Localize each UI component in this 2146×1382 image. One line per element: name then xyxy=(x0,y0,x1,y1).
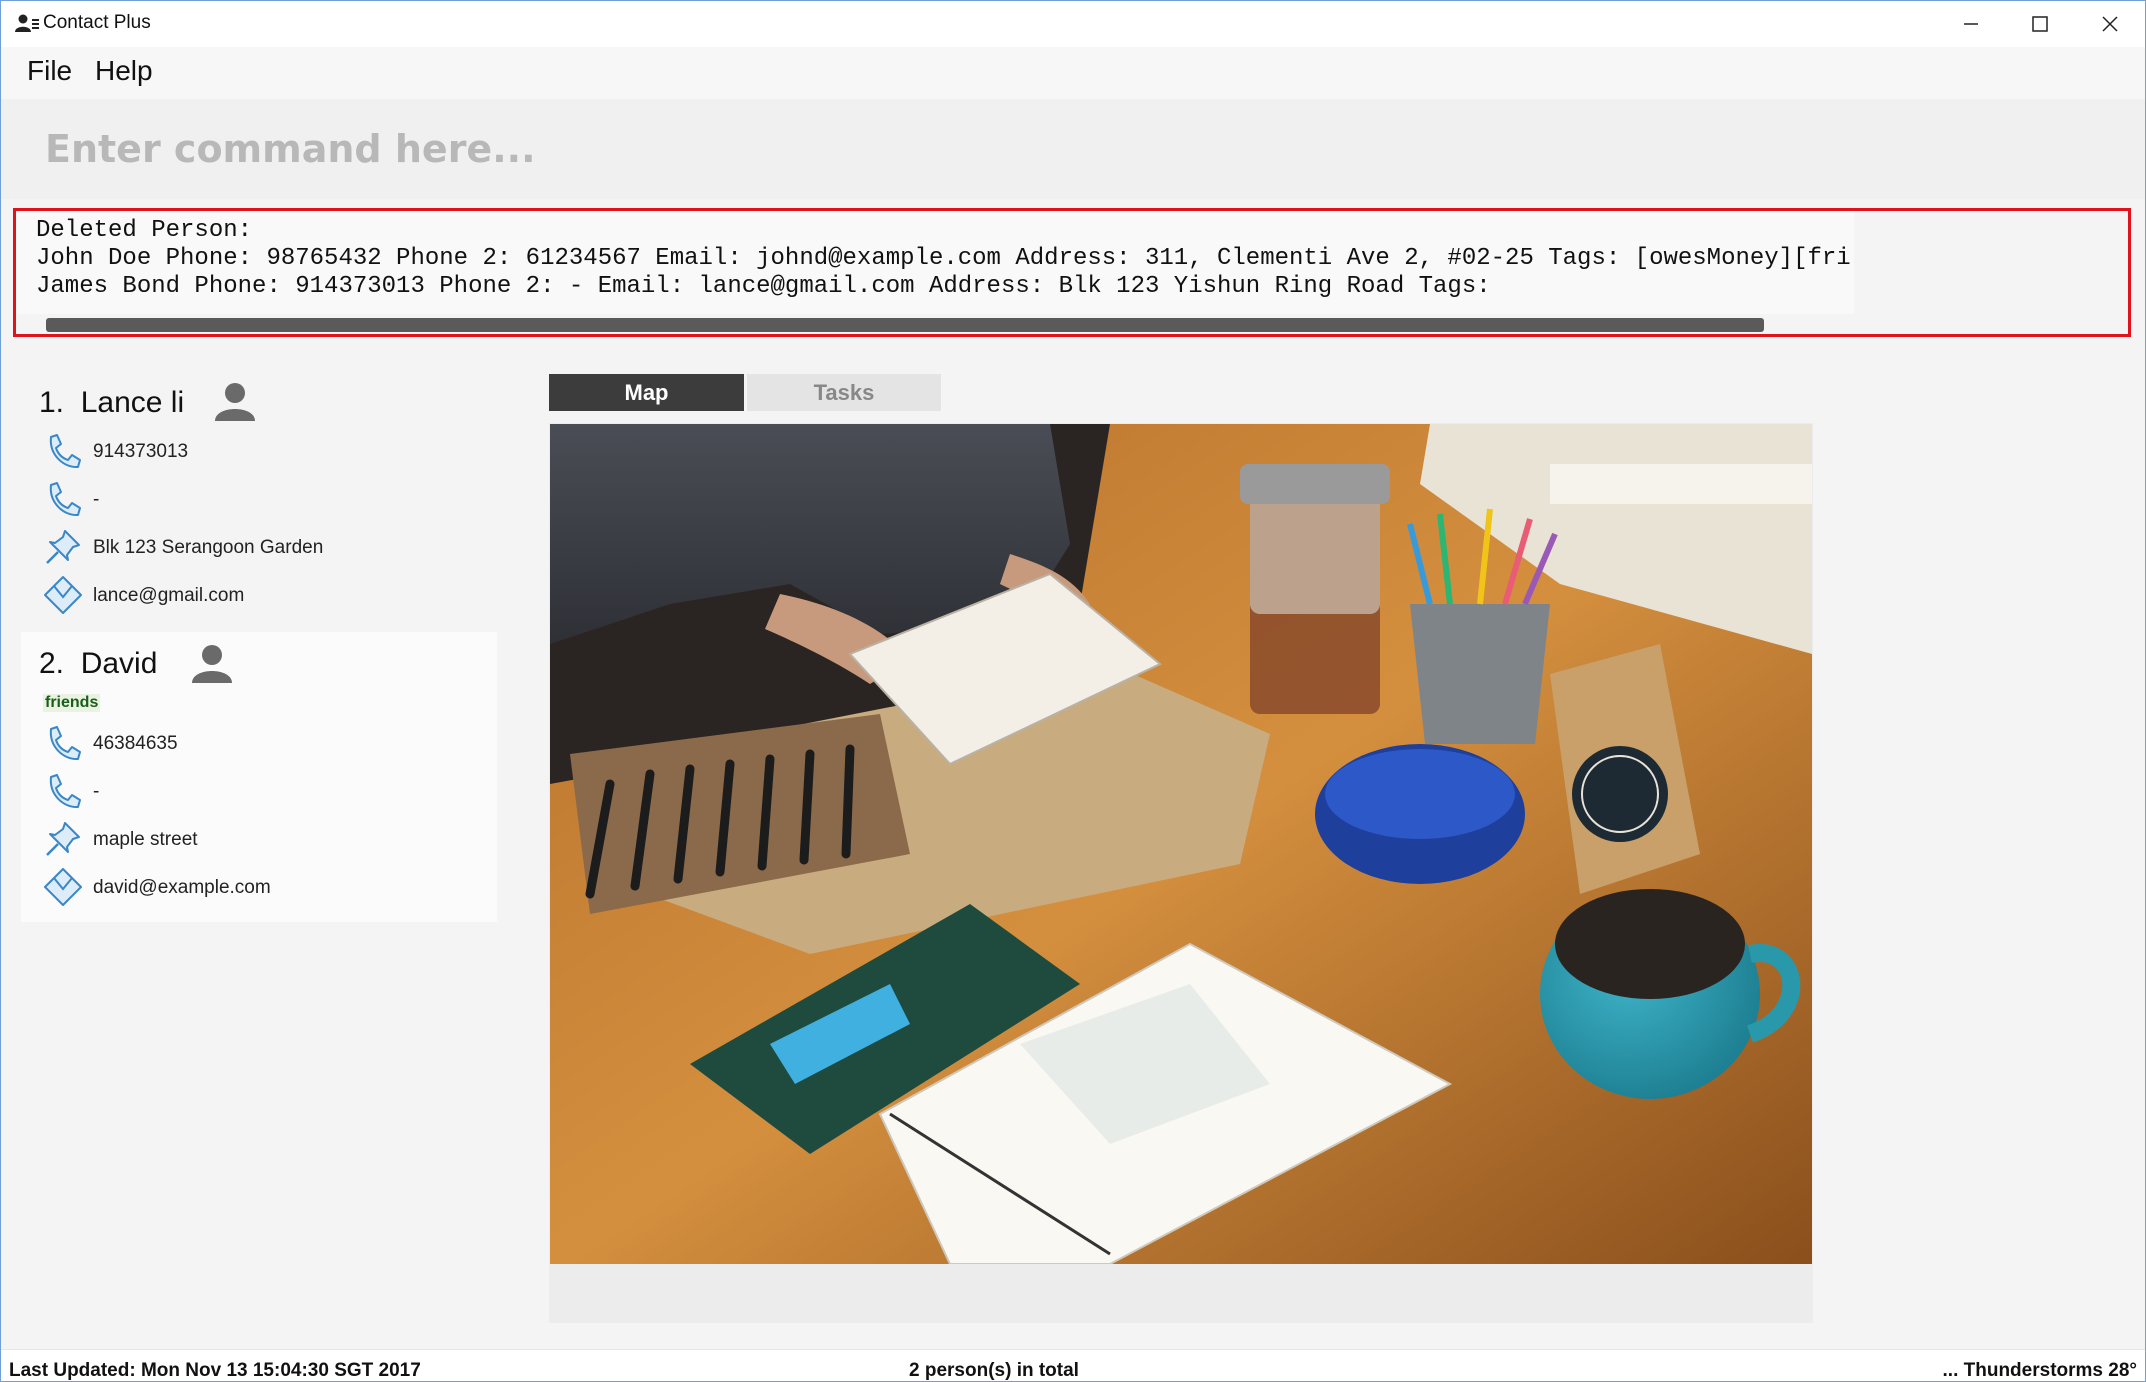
menu-help[interactable]: Help xyxy=(95,55,153,87)
email-text: david@example.com xyxy=(93,877,271,898)
pin-icon xyxy=(46,530,80,564)
command-input[interactable] xyxy=(43,121,2103,177)
person-list[interactable]: 1. Lance li 914373013 - Blk 123 Serangoo… xyxy=(21,368,497,923)
user-app-icon xyxy=(15,14,39,32)
tab-tasks[interactable]: Tasks xyxy=(747,374,941,411)
person-name-row: 1. Lance li xyxy=(39,386,184,420)
status-bar: Last Updated: Mon Nov 13 15:04:30 SGT 20… xyxy=(1,1349,2145,1381)
person-name: David xyxy=(80,647,158,680)
menu-bar: File Help xyxy=(1,47,2145,99)
result-display: Deleted Person: John Doe Phone: 98765432… xyxy=(13,208,2131,337)
phone-icon xyxy=(49,434,81,469)
phone-text: 46384635 xyxy=(93,733,178,754)
phone-text: 914373013 xyxy=(93,441,189,462)
email-text: lance@gmail.com xyxy=(93,585,245,606)
result-text-area[interactable]: Deleted Person: John Doe Phone: 98765432… xyxy=(16,211,1854,314)
phone2-text: - xyxy=(93,781,100,802)
phone-icon xyxy=(49,774,81,809)
command-box xyxy=(1,99,2145,199)
person-card[interactable]: 2. David friends 46384635 - maple street… xyxy=(21,632,497,922)
result-line: James Bond Phone: 914373013 Phone 2: - E… xyxy=(36,273,1491,300)
horizontal-scrollbar[interactable] xyxy=(46,318,1764,332)
tab-map[interactable]: Map xyxy=(549,374,744,411)
tag-label: friends xyxy=(43,694,101,712)
pin-icon xyxy=(46,822,80,856)
email-icon xyxy=(44,576,82,614)
menu-file[interactable]: File xyxy=(27,55,72,87)
result-line: John Doe Phone: 98765432 Phone 2: 612345… xyxy=(36,245,1851,272)
person-index: 1. xyxy=(39,386,65,419)
app-window: Contact Plus File Help Deleted Person: J… xyxy=(0,0,2146,1382)
title-bar: Contact Plus xyxy=(1,1,2145,47)
close-button[interactable] xyxy=(2075,1,2145,47)
total-persons-status: 2 person(s) in total xyxy=(909,1360,1079,1381)
person-name-row: 2. David xyxy=(39,647,157,681)
last-updated-status: Last Updated: Mon Nov 13 15:04:30 SGT 20… xyxy=(9,1360,421,1381)
person-icon xyxy=(192,645,232,683)
person-index: 2. xyxy=(39,647,65,680)
close-icon xyxy=(2102,16,2118,32)
window-title: Contact Plus xyxy=(43,12,151,33)
person-icon xyxy=(215,383,255,421)
result-line: Deleted Person: xyxy=(36,217,253,244)
person-name: Lance li xyxy=(80,386,185,419)
phone-icon xyxy=(49,726,81,761)
minimize-button[interactable] xyxy=(1936,1,2006,47)
weather-status: ... Thunderstorms 28° xyxy=(1942,1360,2137,1381)
minimize-icon xyxy=(1964,23,1978,25)
address-text: maple street xyxy=(93,829,198,850)
maximize-button[interactable] xyxy=(2005,1,2075,47)
maximize-icon xyxy=(2032,16,2048,32)
phone2-text: - xyxy=(93,489,100,510)
phone-icon xyxy=(49,482,81,517)
email-icon xyxy=(44,868,82,906)
person-card[interactable]: 1. Lance li 914373013 - Blk 123 Serangoo… xyxy=(21,368,497,632)
desk-photo xyxy=(550,424,1812,1264)
address-text: Blk 123 Serangoon Garden xyxy=(93,537,324,558)
